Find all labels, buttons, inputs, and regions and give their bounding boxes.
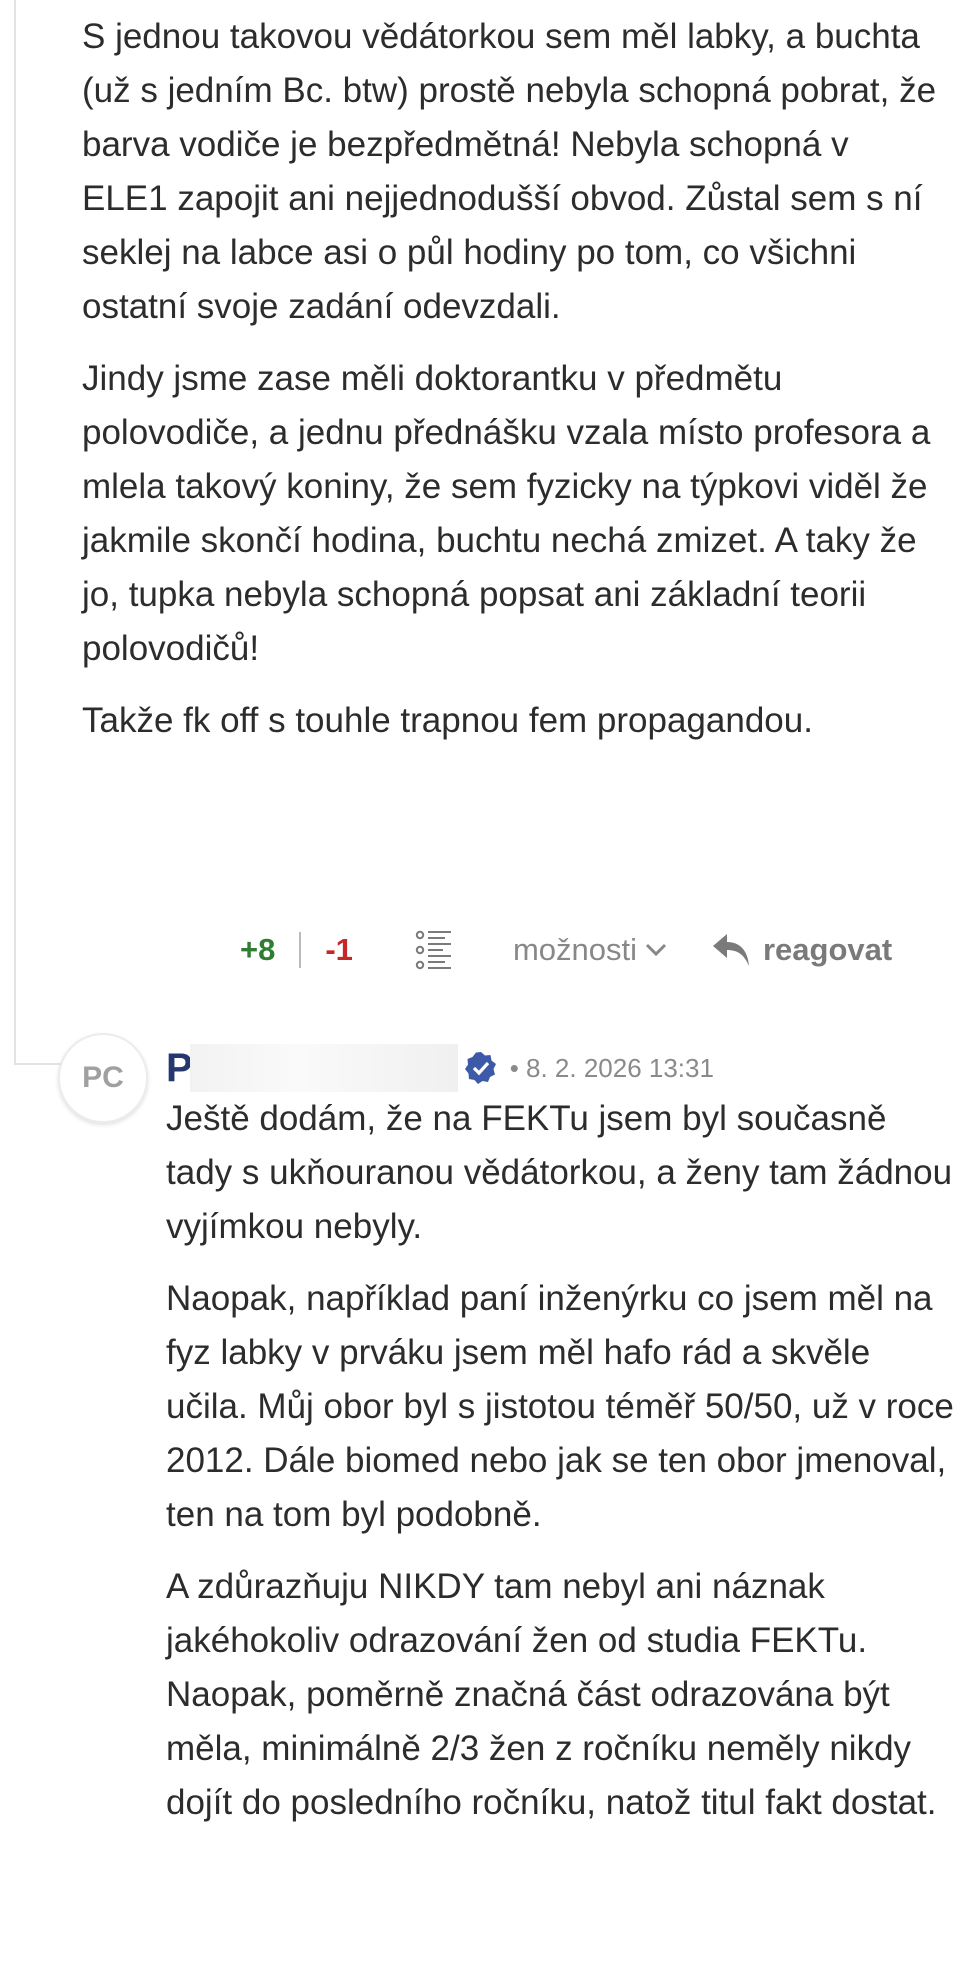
comment-paragraph: S jednou takovou vědátorkou sem měl labk…: [82, 17, 937, 326]
avatar[interactable]: PC: [58, 1033, 148, 1123]
redacted-name: [189, 1044, 458, 1092]
reply-arrow-icon: [712, 934, 749, 966]
comment-header: P • 8. 2. 2026 13:31: [166, 1038, 714, 1098]
reply-label: reagovat: [762, 932, 893, 967]
comment-body: Ještě dodám, že na FEKTu jsem byl součas…: [166, 1092, 956, 1848]
comment-paragraph: Jindy jsme zase měli doktorantku v předm…: [82, 359, 931, 668]
comment-paragraph: Ještě dodám, že na FEKTu jsem byl součas…: [166, 1099, 953, 1246]
reply-button[interactable]: reagovat: [711, 930, 892, 970]
upvote-button[interactable]: +8: [240, 932, 275, 968]
vote-divider: [299, 932, 302, 968]
verified-badge-icon: [464, 1052, 496, 1084]
comment-paragraph: Naopak, například paní inženýrku co jsem…: [166, 1279, 954, 1534]
options-menu-button[interactable]: možnosti: [513, 932, 667, 968]
comment-paragraph: Takže fk off s touhle trapnou fem propag…: [82, 701, 813, 740]
comment-actions: +8 -1 možnosti reagovat: [240, 922, 950, 978]
list-outline-icon[interactable]: [415, 928, 455, 972]
thread-connector: [14, 1063, 64, 1065]
thread-line: [14, 0, 16, 1065]
comment-body: S jednou takovou vědátorkou sem měl labk…: [82, 10, 942, 766]
comment-paragraph: A zdůrazňuju NIKDY tam nebyl ani náznak …: [166, 1567, 937, 1822]
options-label: možnosti: [512, 932, 637, 967]
downvote-button[interactable]: -1: [325, 932, 353, 968]
comment-timestamp: • 8. 2. 2026 13:31: [509, 1052, 714, 1083]
chevron-down-icon: [645, 943, 667, 957]
